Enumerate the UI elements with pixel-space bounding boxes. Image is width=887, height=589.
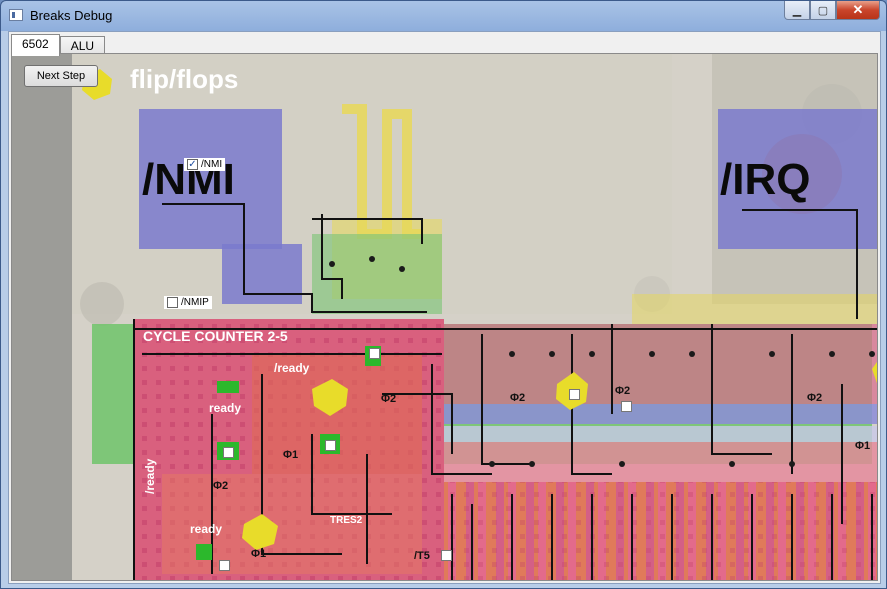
phi1-label: Φ1 [283, 449, 298, 461]
tres2-label: TRES2 [330, 515, 363, 526]
phi2-label: Φ2 [615, 385, 630, 397]
nmip-checkbox-label: /NMIP [181, 297, 209, 308]
node-toggle-checkbox[interactable] [369, 348, 380, 359]
phi1-label: Φ1 [855, 440, 870, 452]
nmip-checkbox[interactable]: /NMIP [164, 296, 212, 309]
phi2-label: Φ2 [381, 393, 396, 405]
minimize-button[interactable]: ▁ [784, 1, 810, 20]
maximize-button[interactable]: ▢ [810, 1, 836, 20]
die-view-panel: flip/flops /NMI /IRQ CYCLE COUNTER 2-5 /… [11, 53, 878, 581]
ready-label: ready [190, 522, 222, 536]
next-step-button[interactable]: Next Step [24, 65, 98, 87]
flipflops-label: flip/flops [130, 64, 238, 94]
ready-label: /ready [274, 361, 310, 375]
node-toggle-checkbox[interactable] [569, 389, 580, 400]
ready-label: ready [209, 401, 241, 415]
nmi-checkbox-label: /NMI [201, 159, 223, 170]
tab-6502[interactable]: 6502 [11, 34, 60, 56]
title-bar[interactable]: Breaks Debug ▁ ▢ ✕ [1, 1, 886, 31]
phi1-label: Φ1 [251, 548, 266, 560]
nmi-checkbox[interactable]: ✓ /NMI [184, 158, 226, 171]
node-toggle-checkbox[interactable] [441, 550, 452, 561]
checkbox-checked-icon[interactable]: ✓ [187, 159, 198, 170]
phi2-label: Φ2 [807, 392, 822, 404]
ready-vertical-label: /ready [143, 458, 157, 494]
node-toggle-checkbox[interactable] [223, 447, 234, 458]
app-icon [9, 9, 23, 21]
phi2-label: Φ2 [510, 392, 525, 404]
node-toggle-checkbox[interactable] [621, 401, 632, 412]
close-button[interactable]: ✕ [836, 1, 880, 20]
t5-label: /T5 [414, 550, 430, 562]
node-toggle-checkbox[interactable] [325, 440, 336, 451]
app-window: Breaks Debug ▁ ▢ ✕ 6502 ALU flip/flops /… [0, 0, 887, 589]
phi2-label: Φ2 [213, 480, 228, 492]
chip-die-image[interactable]: flip/flops /NMI /IRQ CYCLE COUNTER 2-5 /… [12, 54, 878, 581]
window-title: Breaks Debug [30, 8, 113, 23]
node-toggle-checkbox[interactable] [219, 560, 230, 571]
cycle-counter-label: CYCLE COUNTER 2-5 [143, 328, 288, 344]
irq-label: /IRQ [720, 155, 810, 204]
client-area: 6502 ALU flip/flops /NMI /IRQ CYCLE COUN… [8, 31, 881, 584]
tab-strip: 6502 ALU [11, 34, 106, 56]
checkbox-unchecked-icon[interactable] [167, 297, 178, 308]
